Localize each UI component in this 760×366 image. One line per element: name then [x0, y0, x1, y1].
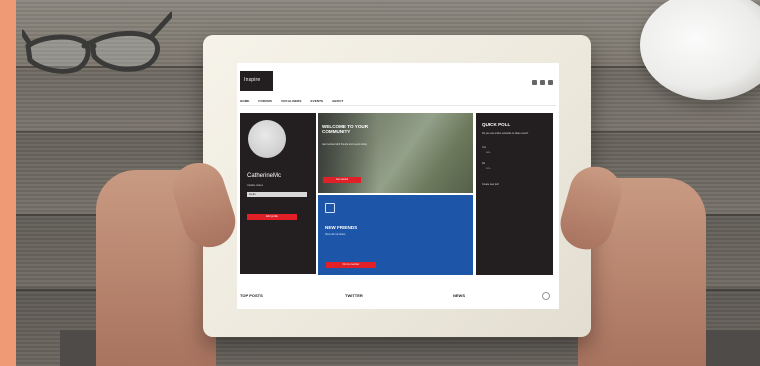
status-label: Update status [247, 184, 264, 187]
nav-item-about[interactable]: ABOUT [332, 99, 343, 103]
new-friends-title: NEW FRIENDS [325, 225, 358, 230]
cart-icon[interactable] [540, 80, 545, 85]
welcome-panel: WELCOME TO YOUR COMMUNITY Get involved w… [318, 113, 473, 193]
site-logo[interactable]: Inspire [240, 71, 273, 91]
nav-item-home[interactable]: HOME [240, 99, 249, 103]
nav-divider [240, 105, 556, 106]
profile-panel: CatherineMc Update status Hello Edit pro… [240, 113, 316, 274]
status-field-value: Hello [249, 192, 256, 196]
new-friends-subtitle[interactable]: View all members [325, 233, 345, 236]
menu-icon[interactable] [548, 80, 553, 85]
find-member-button[interactable]: Find a member [326, 262, 376, 268]
welcome-subtitle: Get involved with friends and events tod… [322, 143, 367, 146]
poll-percent-no: 32% [486, 168, 491, 170]
nav-item-events[interactable]: EVENTS [311, 99, 324, 103]
photo-scene: Inspire HOME FORUMS VOCALISERS EVENTS AB… [0, 0, 760, 366]
get-started-button[interactable]: Get started [323, 177, 361, 183]
create-poll-link[interactable]: Create new poll [482, 183, 499, 186]
logo-text: Inspire [244, 77, 261, 83]
header-icons [532, 80, 553, 85]
footer-news[interactable]: NEWS [453, 293, 465, 298]
search-icon[interactable] [532, 80, 537, 85]
get-started-label: Get started [335, 178, 349, 181]
tablet-screen: Inspire HOME FORUMS VOCALISERS EVENTS AB… [237, 63, 559, 309]
edit-profile-button[interactable]: Edit profile [247, 214, 297, 220]
poll-percent-yes: 68% [486, 152, 491, 154]
poll-title: QUICK POLL [482, 122, 511, 127]
main-nav: HOME FORUMS VOCALISERS EVENTS ABOUT [240, 99, 343, 103]
avatar[interactable] [248, 120, 286, 158]
tablet-device: Inspire HOME FORUMS VOCALISERS EVENTS AB… [203, 35, 591, 337]
quick-poll-panel: QUICK POLL Do you use online networks to… [476, 113, 553, 275]
nav-item-forums[interactable]: FORUMS [258, 99, 272, 103]
poll-option-yes[interactable]: Yes [482, 146, 486, 149]
status-field[interactable]: Hello [247, 192, 307, 197]
scroll-top-icon[interactable] [542, 292, 550, 300]
footer-twitter[interactable]: TWITTER [345, 293, 363, 298]
poll-question: Do you use online networks to share news… [482, 132, 529, 135]
new-friends-panel: NEW FRIENDS View all members Find a memb… [318, 195, 473, 275]
nav-item-vocalisers[interactable]: VOCALISERS [281, 99, 302, 103]
find-member-label: Find a member [342, 263, 360, 266]
username: CatherineMc [247, 173, 282, 179]
footer-top-posts[interactable]: TOP POSTS [240, 293, 263, 298]
poll-option-no[interactable]: No [482, 162, 485, 165]
side-accent-strip [0, 0, 16, 366]
friends-icon [325, 203, 335, 213]
eyeglasses [22, 11, 172, 74]
welcome-title: WELCOME TO YOUR COMMUNITY [322, 124, 369, 135]
edit-profile-label: Edit profile [266, 215, 278, 218]
